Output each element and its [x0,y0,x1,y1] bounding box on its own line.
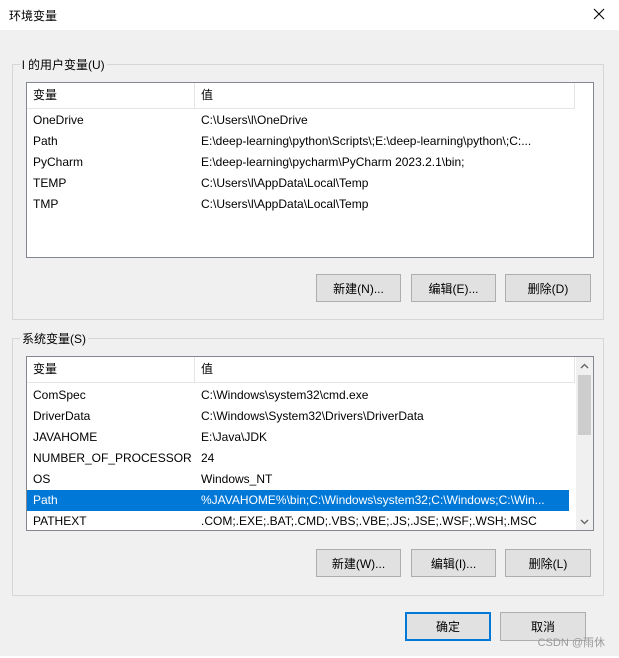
variable-value: E:\deep-learning\python\Scripts\;E:\deep… [201,134,532,148]
system-vars-header: 变量 值 [27,357,575,383]
variable-value: .COM;.EXE;.BAT;.CMD;.VBS;.VBE;.JS;.JSE;.… [201,514,537,528]
variable-name: JAVAHOME [33,430,98,444]
chevron-up-icon [580,363,589,368]
variable-name: ComSpec [33,388,86,402]
list-item[interactable]: PyCharm E:\deep-learning\pycharm\PyCharm … [27,152,575,173]
variable-name: TMP [33,197,59,211]
variable-value: %JAVAHOME%\bin;C:\Windows\system32;C:\Wi… [201,493,545,507]
scroll-up-arrow[interactable] [576,357,593,374]
variable-value: C:\Users\l\AppData\Local\Temp [201,197,369,211]
watermark: CSDN @雨休 [537,637,605,649]
list-item[interactable]: NUMBER_OF_PROCESSORS 24 [27,448,569,469]
variable-name: TEMP [33,176,67,190]
column-header-name[interactable]: 变量 [27,357,195,383]
user-vars-group-label: l 的用户变量(U) [20,56,107,73]
system-delete-button[interactable]: 删除(L) [505,549,591,577]
close-button[interactable] [585,2,613,26]
list-item[interactable]: OS Windows_NT [27,469,569,490]
ok-button[interactable]: 确定 [405,612,491,641]
variable-name: NUMBER_OF_PROCESSORS [33,451,191,465]
user-vars-list[interactable]: 变量 值 OneDrive C:\Users\l\OneDrive Path E:\d… [26,82,594,258]
list-item[interactable]: JAVAHOME E:\Java\JDK [27,427,569,448]
list-item[interactable]: TMP C:\Users\l\AppData\Local\Temp [27,194,575,215]
variable-name: OS [33,472,51,486]
user-new-button[interactable]: 新建(N)... [316,274,401,302]
variable-value: E:\deep-learning\pycharm\PyCharm 2023.2.… [201,155,465,169]
variable-value: C:\Windows\system32\cmd.exe [201,388,369,402]
system-edit-button[interactable]: 编辑(I)... [411,549,496,577]
column-header-name[interactable]: 变量 [27,83,195,109]
list-item[interactable]: PATHEXT .COM;.EXE;.BAT;.CMD;.VBS;.VBE;.JS… [27,511,569,530]
list-item[interactable]: ComSpec C:\Windows\system32\cmd.exe [27,385,569,406]
scroll-down-arrow[interactable] [576,513,593,530]
list-item[interactable]: DriverData C:\Windows\System32\Drivers\Dr… [27,406,569,427]
system-vars-group: 系统变量(S) 变量 值 ComSpec C:\Windows\system32\… [12,330,604,596]
column-header-value[interactable]: 值 [195,83,575,109]
chevron-down-icon [580,519,589,524]
user-edit-button[interactable]: 编辑(E)... [411,274,496,302]
variable-name: PATHEXT [33,514,87,528]
system-vars-scrollbar[interactable] [576,357,593,530]
variable-value: 24 [201,451,215,465]
variable-value: E:\Java\JDK [201,430,268,444]
list-item[interactable]: OneDrive C:\Users\l\OneDrive [27,110,575,131]
column-header-value[interactable]: 值 [195,357,575,383]
variable-value: C:\Users\l\AppData\Local\Temp [201,176,369,190]
user-delete-button[interactable]: 删除(D) [505,274,591,302]
variable-name: OneDrive [33,113,84,127]
variable-name: Path [33,493,58,507]
user-vars-group: l 的用户变量(U) 变量 值 OneDrive C:\Users\l\OneDr… [12,56,604,320]
variable-value: Windows_NT [201,472,273,486]
close-icon [593,8,605,20]
system-new-button[interactable]: 新建(W)... [316,549,401,577]
window-title: 环境变量 [9,9,58,23]
variable-value: C:\Windows\System32\Drivers\DriverData [201,409,424,423]
variable-name: PyCharm [33,155,84,169]
system-vars-group-label: 系统变量(S) [20,330,88,347]
scroll-thumb[interactable] [578,375,591,435]
variable-name: DriverData [33,409,91,423]
list-item[interactable]: Path E:\deep-learning\python\Scripts\;E:\… [27,131,575,152]
system-vars-list[interactable]: 变量 值 ComSpec C:\Windows\system32\cmd.exe D… [26,356,594,531]
variable-value: C:\Users\l\OneDrive [201,113,308,127]
list-item[interactable]: TEMP C:\Users\l\AppData\Local\Temp [27,173,575,194]
user-vars-header: 变量 值 [27,83,575,109]
title-bar: 环境变量 [0,0,619,30]
dialog-body: l 的用户变量(U) 变量 值 OneDrive C:\Users\l\OneDr… [0,30,619,656]
list-item[interactable]: Path %JAVAHOME%\bin;C:\Windows\system32;C… [27,490,569,511]
variable-name: Path [33,134,58,148]
